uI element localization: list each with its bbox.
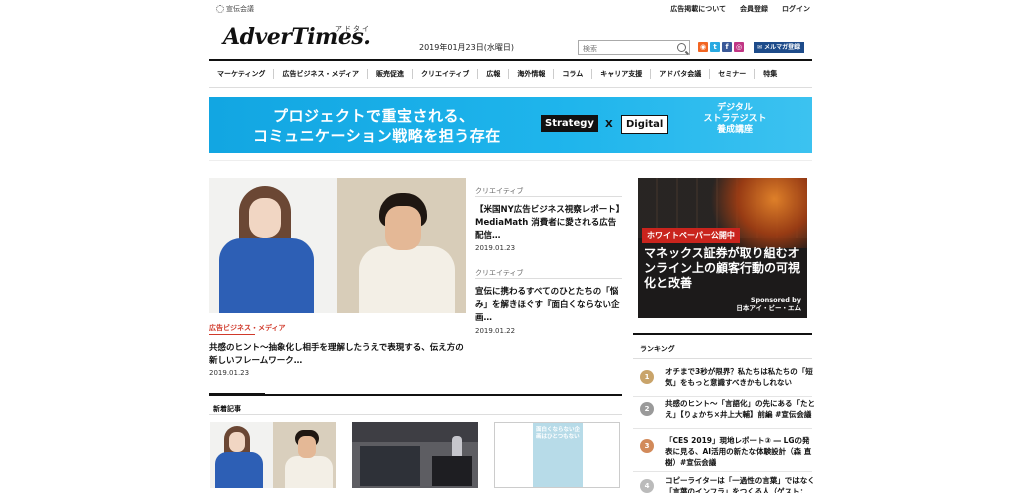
newest-heading: 新着記事 — [213, 405, 241, 413]
newest-divider-accent — [209, 393, 265, 396]
mailmag-button[interactable]: ✉ メルマガ登録 — [754, 42, 804, 53]
search-icon[interactable] — [677, 43, 686, 52]
banner-separator — [209, 160, 812, 161]
hero-title[interactable]: 共感のヒント〜抽象化し相手を理解したうえで表現する、伝え方の新しいフレームワーク… — [209, 342, 471, 368]
article-category[interactable]: クリエイティブ — [475, 268, 523, 278]
search-input[interactable]: 検索 — [578, 40, 690, 55]
register-link[interactable]: 会員登録 — [740, 4, 768, 14]
rank-number-badge: 1 — [640, 370, 654, 384]
nav-item-3[interactable]: クリエイティブ — [413, 69, 479, 79]
login-link[interactable]: ログイン — [782, 4, 810, 14]
facebook-icon[interactable]: f — [722, 42, 732, 52]
newest-thumb[interactable]: 面白くならない企画はひとつもない — [494, 422, 620, 488]
sendenkaigi-link[interactable]: 宣伝会議 — [216, 4, 254, 14]
nav-item-2[interactable]: 販売促進 — [368, 69, 413, 79]
ad-copy: マネックス証券が取り組むオンライン上の顧客行動の可視化と改善 — [644, 246, 801, 290]
current-date: 2019年01月23日(水曜日) — [419, 43, 514, 52]
social-icons: ◉ t f ◎ — [698, 42, 744, 52]
banner-side-3: 養成講座 — [716, 125, 753, 135]
newest-thumb[interactable] — [352, 422, 478, 488]
ranking-title[interactable]: コピーライターは「一過性の言葉」ではなく「言葉のインフラ」をつくる人（ゲスト： — [665, 475, 815, 493]
rss-icon[interactable]: ◉ — [698, 42, 708, 52]
article-divider — [475, 278, 622, 279]
article-date: 2019.01.23 — [475, 244, 516, 252]
ranking-divider — [633, 471, 812, 472]
banner-course-name: デジタル ストラテジスト 養成講座 — [681, 103, 789, 136]
main-nav: マーケティング 広告ビジネス・メディア 販売促進 クリエイティブ 広報 海外情報 コラム キャ… — [209, 66, 812, 82]
ad-sponsor: Sponsored by 日本アイ・ビー・エム — [736, 296, 801, 312]
ranking-title[interactable]: オチまで3秒が限界？私たちは私たちの「短気」をもっと意識すべきかもしれない — [665, 366, 815, 388]
article-divider — [475, 196, 622, 197]
ranking-divider-bottom — [633, 358, 812, 359]
page: 宣伝会議 広告掲載について 会員登録 ログイン AdverTimes. アドタイ… — [0, 0, 1024, 493]
nav-divider — [209, 59, 812, 61]
nav-divider-bottom — [209, 87, 812, 88]
article-date: 2019.01.22 — [475, 327, 516, 335]
article-title[interactable]: 【米国NY広告ビジネス視察レポート】MediaMath 消費者に愛される広告配信… — [475, 204, 622, 243]
search-placeholder: 検索 — [583, 45, 597, 53]
ad-sponsor-name: 日本アイ・ビー・エム — [736, 304, 801, 312]
article-title[interactable]: 宣伝に携わるすべてのひとたちの「悩み」を解きほぐす『面白くならない企画… — [475, 286, 625, 325]
ad-tag: ホワイトペーパー公開中 — [642, 228, 740, 243]
promo-banner[interactable]: プロジェクトで重宝される、 コミュニケーション戦略を担う存在 Strategy … — [209, 97, 812, 153]
brand-mark-icon — [216, 5, 224, 13]
banner-line2: コミュニケーション戦略を担う存在 — [253, 127, 501, 145]
instagram-icon[interactable]: ◎ — [734, 42, 744, 52]
banner-cross: X — [605, 119, 613, 130]
banner-strategy-box: Strategy — [541, 115, 598, 132]
nav-item-8[interactable]: アドバタ会議 — [651, 69, 711, 79]
banner-digital-box: Digital — [621, 115, 669, 134]
nav-item-1[interactable]: 広告ビジネス・メディア — [274, 69, 368, 79]
ranking-divider — [633, 396, 812, 397]
banner-line1: プロジェクトで重宝される、 — [273, 107, 475, 125]
ranking-title[interactable]: 「CES 2019」現地レポート③ ― LGの発表に見る、AI活用の新たな体験設… — [665, 435, 815, 468]
rank-number-badge: 2 — [640, 402, 654, 416]
newest-divider — [209, 394, 622, 396]
newest-thumb[interactable] — [210, 422, 336, 488]
article-category[interactable]: クリエイティブ — [475, 186, 523, 196]
nav-item-6[interactable]: コラム — [554, 69, 593, 79]
nav-item-10[interactable]: 特集 — [755, 69, 785, 79]
ranking-title[interactable]: 共感のヒント〜「言語化」の先にある「たとえ」【りょかち×井上大輔】前編 #宣伝会… — [665, 398, 815, 420]
nav-item-0[interactable]: マーケティング — [209, 69, 275, 79]
newest-divider-bottom — [209, 414, 622, 415]
ad-sponsor-label: Sponsored by — [750, 296, 801, 304]
hero-date: 2019.01.23 — [209, 369, 250, 377]
nav-item-5[interactable]: 海外情報 — [509, 69, 555, 79]
hero-category[interactable]: 広告ビジネス・メディア — [209, 323, 286, 333]
ranking-divider — [633, 333, 812, 335]
nav-item-7[interactable]: キャリア支援 — [592, 69, 652, 79]
brand-label: 宣伝会議 — [226, 5, 254, 13]
sidebar-ad[interactable]: ホワイトペーパー公開中 マネックス証券が取り組むオンライン上の顧客行動の可視化と… — [638, 178, 807, 318]
banner-side-2: ストラテジスト — [703, 114, 767, 124]
rank-number-badge: 3 — [640, 439, 654, 453]
rank-number-badge: 4 — [640, 479, 654, 493]
book-cover-title: 面白くならない企画はひとつもない — [533, 423, 583, 487]
ad-info-link[interactable]: 広告掲載について — [670, 4, 726, 14]
logo-kana: アドタイ — [335, 25, 371, 33]
nav-item-4[interactable]: 広報 — [478, 69, 510, 79]
top-bar: 宣伝会議 広告掲載について 会員登録 ログイン — [216, 3, 810, 17]
twitter-icon[interactable]: t — [710, 42, 720, 52]
ranking-heading: ランキング — [640, 345, 675, 353]
hero-image[interactable] — [209, 178, 466, 313]
hero-category-underline — [209, 334, 255, 335]
ranking-divider — [633, 428, 812, 429]
banner-side-1: デジタル — [717, 103, 753, 113]
nav-item-9[interactable]: セミナー — [710, 69, 756, 79]
